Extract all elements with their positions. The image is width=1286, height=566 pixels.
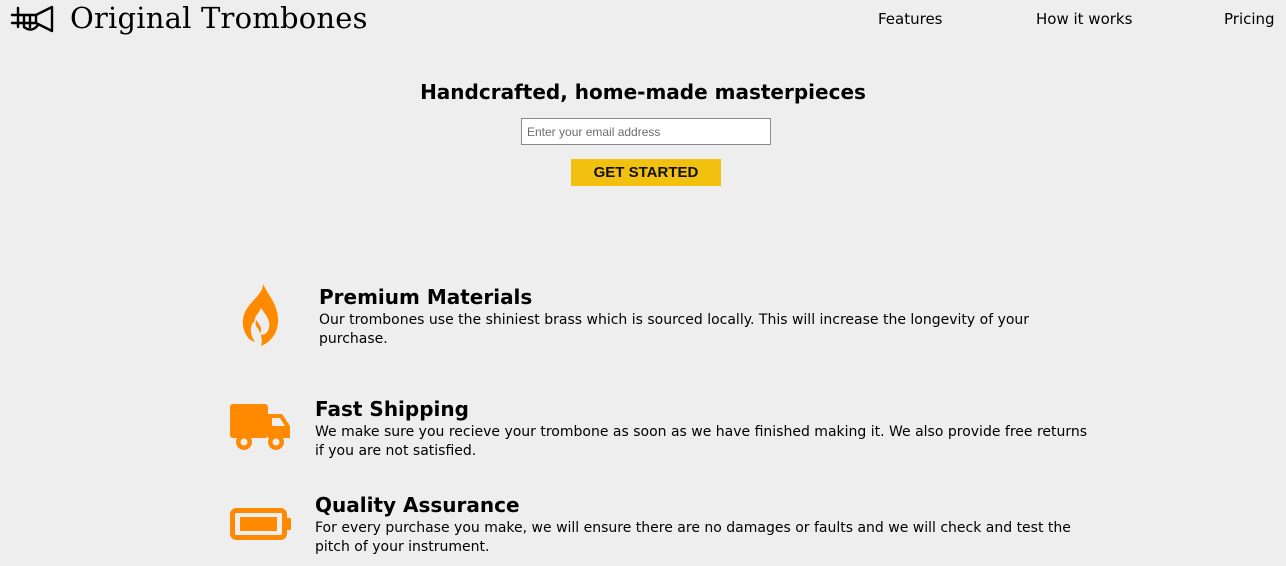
feature-description: We make sure you recieve your trombone a… <box>315 424 1088 459</box>
nav-link-how-it-works[interactable]: How it works <box>1036 10 1132 28</box>
brand[interactable]: Original Trombones <box>10 0 368 36</box>
landing-page: Original Trombones Features How it works… <box>0 0 1286 566</box>
battery-icon <box>230 508 291 540</box>
feature-title: Quality Assurance <box>315 493 520 517</box>
feature-description: For every purchase you make, we will ens… <box>315 520 1071 555</box>
feature-title: Fast Shipping <box>315 397 469 421</box>
feature-title: Premium Materials <box>319 285 533 309</box>
nav-link-pricing[interactable]: Pricing <box>1224 10 1275 28</box>
email-input[interactable] <box>521 118 771 145</box>
fire-icon <box>242 284 279 346</box>
nav-link-features[interactable]: Features <box>878 10 943 28</box>
hero-title: Handcrafted, home-made masterpieces <box>420 80 866 104</box>
brand-name: Original Trombones <box>70 1 368 35</box>
truck-icon <box>230 404 290 450</box>
get-started-button[interactable]: GET STARTED <box>571 159 721 186</box>
hero: Handcrafted, home-made masterpieces GET … <box>0 80 1286 186</box>
feature-description: Our trombones use the shiniest brass whi… <box>319 312 1030 347</box>
trombone-icon <box>10 5 54 33</box>
